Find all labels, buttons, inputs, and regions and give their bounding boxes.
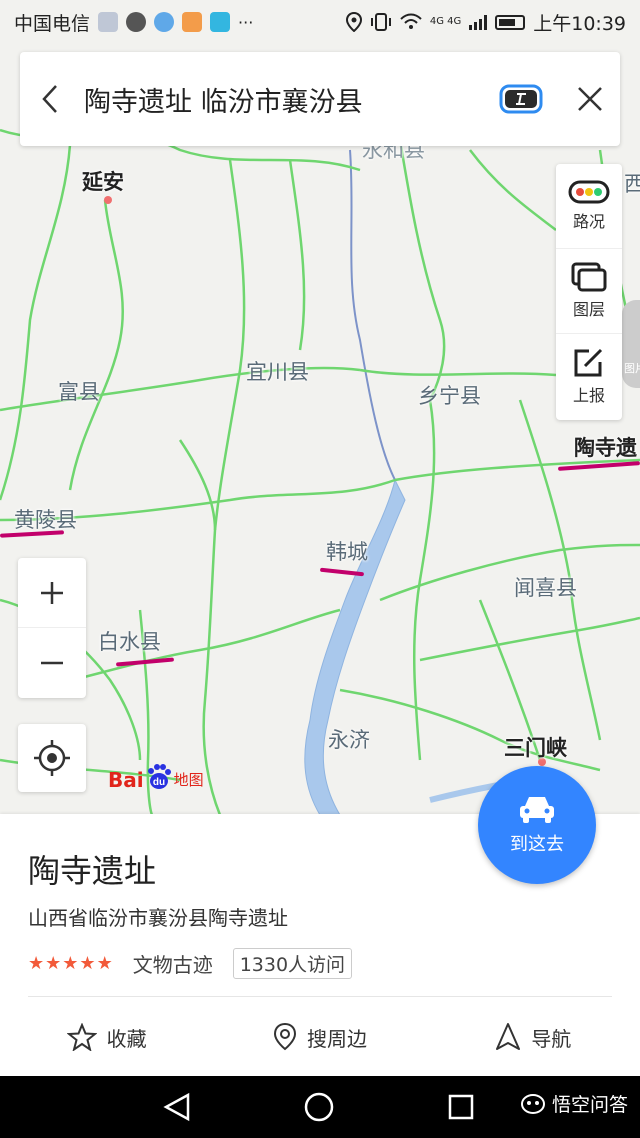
place-meta-row: ★ ★ ★ ★ ★ 文物古迹 1330人访问 [28,948,353,979]
yellow-river [304,478,406,816]
map-label-huangling[interactable]: 黄陵县 [14,504,77,534]
card-divider [28,996,612,997]
report-label: 上报 [572,385,605,405]
visit-count-badge: 1330人访问 [232,948,353,979]
signal-icon [469,14,488,30]
search-bar[interactable]: 陶寺遗址 临汾市襄汾县 [20,52,620,146]
street-photo-thumbnail[interactable]: 图片 [622,300,640,388]
logo-ditu-text: 地图 [173,771,204,789]
edit-icon [574,348,603,376]
map-label-xi[interactable]: 西 [624,168,640,198]
locate-button[interactable] [18,724,86,792]
star-icon: ★ [28,953,45,974]
traffic-button[interactable]: 路况 [556,164,622,249]
baidu-map-logo: Bai du 地图 [108,764,204,795]
app-icon [210,12,231,32]
watermark: 悟空问答 [520,1090,628,1117]
place-category: 文物古迹 [132,953,213,977]
zoom-out-button[interactable] [18,628,86,698]
star-icon: ★ [62,953,79,974]
layers-label: 图层 [572,300,605,319]
logo-paw-icon: du [145,764,173,795]
vibrate-icon [370,13,391,31]
star-icon: ★ [96,953,113,974]
star-outline-icon [66,1023,97,1051]
back-button[interactable] [20,52,80,146]
triangle-back-icon [163,1092,190,1122]
report-button[interactable]: 上报 [556,334,622,419]
more-notifications-icon: ··· [238,12,254,32]
map-label-taosi[interactable]: 陶寺遗 [574,432,637,462]
status-bar: 中国电信 ··· 4G 4G 上午10:39 [0,0,640,44]
map-tool-panel: 路况 图层 上报 [556,164,622,420]
map-label-wenxi[interactable]: 闻喜县 [514,572,577,602]
card-actions: 收藏 搜周边 导航 [0,998,640,1076]
search-nearby-button[interactable]: 搜周边 [213,1022,426,1052]
favorite-button[interactable]: 收藏 [0,1023,213,1052]
traffic-label: 路况 [572,212,605,231]
logo-bai-text: Bai [108,767,144,792]
map-label-yichuan[interactable]: 宜川县 [246,356,309,386]
minus-icon [41,661,63,665]
qq-icon [154,12,175,32]
wifi-icon [400,13,422,29]
crosshair-icon [34,740,70,776]
location-icon [345,12,362,32]
go-here-label: 到这去 [510,834,564,855]
svg-text:du: du [153,777,165,788]
zoom-control [18,558,86,698]
chevron-left-icon [42,85,57,113]
map-label-hancheng[interactable]: 韩城 [326,536,368,566]
app-notification-icon [98,12,119,32]
layers-button[interactable]: 图层 [556,249,622,334]
car-icon [520,797,554,823]
place-address: 山西省临汾市襄汾县陶寺遗址 [28,906,288,930]
map-label-yanan[interactable]: 延安 [82,166,124,196]
wechat-icon [126,12,147,32]
taobao-icon [182,12,203,32]
navigation-arrow-icon [496,1023,521,1050]
plus-icon [41,581,63,604]
battery-icon [495,14,526,30]
search-nearby-label: 搜周边 [306,1026,367,1051]
circle-home-icon [304,1092,334,1122]
clock-label: 上午10:39 [533,12,626,35]
search-query-text[interactable]: 陶寺遗址 临汾市襄汾县 [80,80,496,119]
yanan-dot [104,196,112,204]
carrier-label: 中国电信 [14,12,91,35]
photo-label: 图片 [624,362,640,375]
watermark-text: 悟空问答 [551,1094,628,1116]
close-button[interactable] [560,52,620,146]
map-label-sanmenxia[interactable]: 三门峡 [504,732,567,762]
map-pin-icon [273,1022,296,1051]
map-label-yongji[interactable]: 永济 [328,724,370,754]
navigate-label: 导航 [531,1026,572,1051]
layers-icon [571,262,607,292]
zoom-in-button[interactable] [18,558,86,628]
close-icon [578,87,602,111]
nav-back-button[interactable] [160,1090,194,1124]
favorite-label: 收藏 [106,1026,147,1051]
rating-stars: ★ ★ ★ ★ ★ [28,953,113,974]
system-nav-bar: 悟空问答 [0,1076,640,1138]
nav-home-button[interactable] [302,1090,336,1124]
voice-assistant-icon [499,84,543,114]
wukong-logo-icon [520,1093,545,1114]
go-here-button[interactable]: 到这去 [478,766,596,884]
map-label-baishui[interactable]: 白水县 [98,626,161,656]
square-recents-icon [448,1094,474,1120]
map-label-xiangning[interactable]: 乡宁县 [418,380,481,410]
nav-recents-button[interactable] [444,1090,478,1124]
traffic-light-icon [568,180,610,204]
river-north [349,149,396,481]
map-label-fuxian[interactable]: 富县 [58,376,100,406]
network-type-label: 4G 4G [429,16,462,27]
voice-assistant-button[interactable] [496,79,546,119]
star-icon: ★ [79,953,96,974]
navigate-button[interactable]: 导航 [427,1022,640,1052]
place-title: 陶寺遗址 [28,852,157,890]
star-icon: ★ [45,953,62,974]
